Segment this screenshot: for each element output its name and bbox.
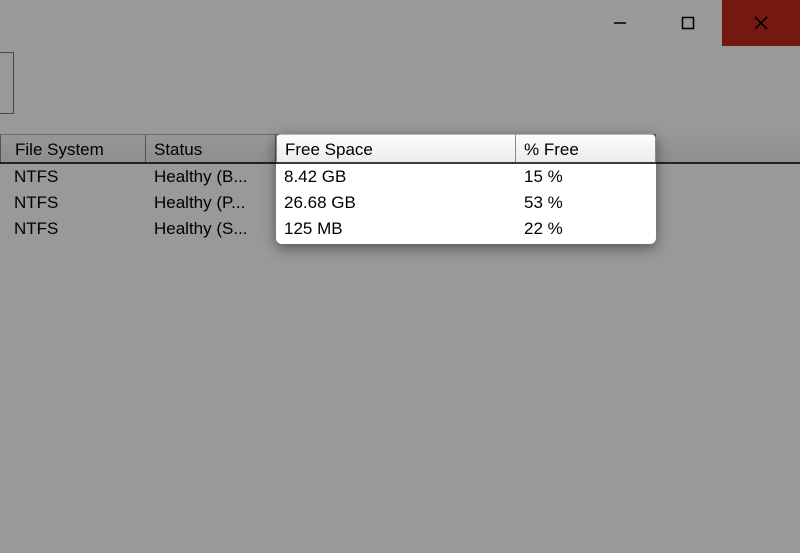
cell-percent-free: 22 % xyxy=(516,219,656,239)
cell-percent-free: 15 % xyxy=(516,167,656,187)
cell-file-system: NTFS xyxy=(6,193,146,213)
minimize-icon xyxy=(613,16,627,30)
cell-free-space: 26.68 GB xyxy=(276,193,516,213)
cell-status: Healthy (P... xyxy=(146,193,276,213)
cell-free-space: 8.42 GB xyxy=(276,167,516,187)
cell-percent-free: 53 % xyxy=(516,193,656,213)
column-header-free-space[interactable]: Free Space xyxy=(276,134,516,162)
highlight-region: Free Space % Free 8.42 GB 15 % 26.68 GB … xyxy=(276,134,656,244)
table-row[interactable]: 125 MB 22 % xyxy=(276,216,656,242)
column-header-percent-free[interactable]: % Free xyxy=(516,134,656,162)
cell-file-system: NTFS xyxy=(6,219,146,239)
table-row[interactable]: 26.68 GB 53 % xyxy=(276,190,656,216)
close-icon xyxy=(753,15,769,31)
cell-status: Healthy (S... xyxy=(146,219,276,239)
maximize-button[interactable] xyxy=(654,0,722,46)
cell-status: Healthy (B... xyxy=(146,167,276,187)
close-button[interactable] xyxy=(722,0,800,46)
maximize-icon xyxy=(681,16,695,30)
toolbar-fragment xyxy=(0,52,14,114)
highlight-rows: 8.42 GB 15 % 26.68 GB 53 % 125 MB 22 % xyxy=(276,164,656,242)
column-header-file-system[interactable]: File System xyxy=(0,134,146,162)
cell-free-space: 125 MB xyxy=(276,219,516,239)
table-row[interactable]: 8.42 GB 15 % xyxy=(276,164,656,190)
column-header-status[interactable]: Status xyxy=(146,134,276,162)
highlight-headers: Free Space % Free xyxy=(276,134,656,164)
app-window: File System Status Free Space % Free NTF… xyxy=(0,0,800,553)
cell-file-system: NTFS xyxy=(6,167,146,187)
title-bar xyxy=(0,0,800,46)
minimize-button[interactable] xyxy=(586,0,654,46)
